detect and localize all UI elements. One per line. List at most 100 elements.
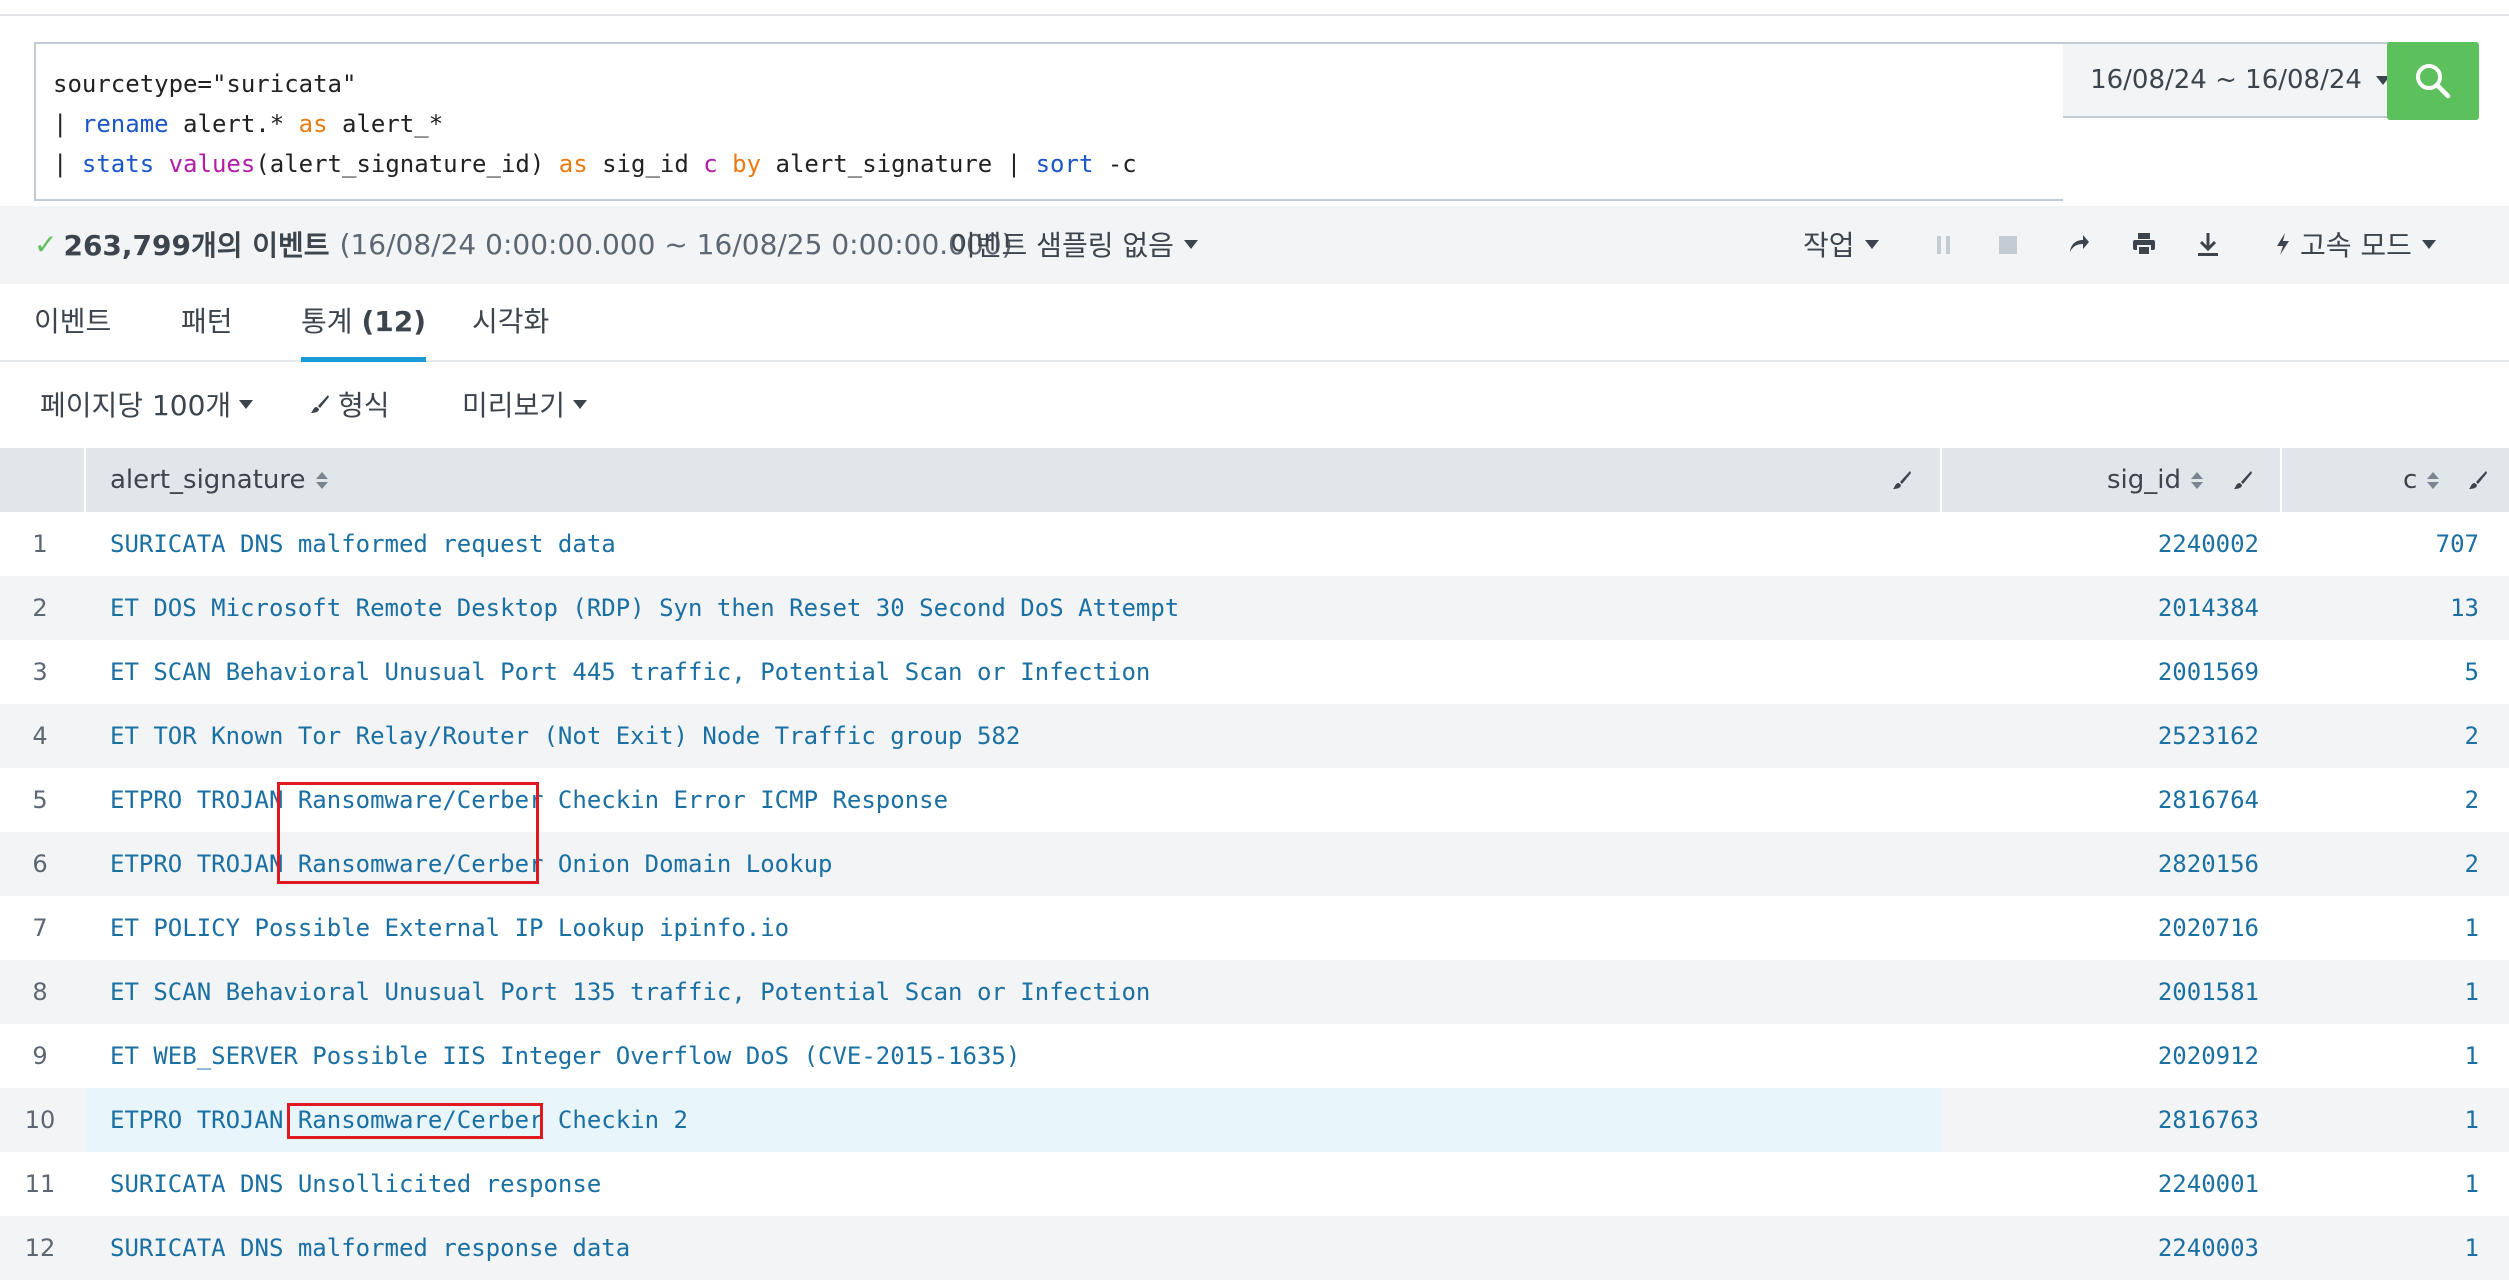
cell-sig-id[interactable]: 2820156 [2158,832,2259,896]
cell-count[interactable]: 2 [2465,832,2479,896]
column-format-button[interactable] [2468,448,2488,512]
cell-count[interactable]: 707 [2436,512,2479,576]
table-header: alert_signature sig_id c [0,448,2509,512]
cell-count[interactable]: 1 [2465,1088,2479,1152]
query-text: (alert_signature_id) [255,150,559,178]
search-mode-dropdown[interactable]: 고속 모드 [2276,224,2436,264]
search-button[interactable] [2387,42,2479,120]
table-row: 11 SURICATA DNS Unsollicited response 2240… [0,1152,2509,1216]
query-function-values: values [168,150,256,178]
per-page-dropdown[interactable]: 페이지당 100개 [40,384,254,424]
cell-alert-signature[interactable]: SURICATA DNS malformed request data [110,512,616,576]
column-header-alert-signature[interactable]: alert_signature [110,448,328,512]
query-line-2: | rename alert.* as alert_* [53,104,2046,144]
annotation-highlight-box [277,782,539,884]
pause-button[interactable] [1936,236,1952,254]
query-text: alert_signature | [761,150,1036,178]
cell-sig-id[interactable]: 2523162 [2158,704,2259,768]
cell-count[interactable]: 1 [2465,1024,2479,1088]
cell-alert-signature[interactable]: ET SCAN Behavioral Unusual Port 135 traf… [110,960,1150,1024]
column-format-button[interactable] [2233,448,2253,512]
row-number: 11 [24,1170,56,1198]
row-number: 5 [32,786,48,814]
cell-sig-id[interactable]: 2240002 [2158,512,2259,576]
query-command-stats: stats [81,150,155,178]
cell-count[interactable]: 1 [2465,896,2479,960]
query-text: sig_id [587,150,704,178]
row-number: 10 [24,1106,56,1134]
query-keyword-as: as [298,110,328,138]
cell-count[interactable]: 1 [2465,1216,2479,1280]
stop-button[interactable] [1999,236,2017,254]
cell-count[interactable]: 2 [2465,704,2479,768]
cell-count[interactable]: 1 [2465,960,2479,1024]
tab-label: 패턴 [181,305,233,338]
per-page-label: 페이지당 100개 [40,389,232,422]
sampling-dropdown[interactable]: 이벤트 샘플링 없음 [950,224,1198,264]
query-text: alert_* [327,110,444,138]
cell-sig-id[interactable]: 2020716 [2158,896,2259,960]
cell-sig-id[interactable]: 2020912 [2158,1024,2259,1088]
cell-alert-signature[interactable]: ET WEB_SERVER Possible IIS Integer Overf… [110,1024,1020,1088]
cell-alert-signature[interactable]: SURICATA DNS Unsollicited response [110,1152,601,1216]
column-title: alert_signature [110,465,306,495]
column-divider [2280,448,2282,512]
stop-icon [1999,236,2017,254]
cell-alert-signature[interactable]: ET TOR Known Tor Relay/Router (Not Exit)… [110,704,1020,768]
job-menu[interactable]: 작업 [1803,224,1879,264]
table-options-bar: 페이지당 100개 형식 미리보기 [0,362,2509,448]
sort-icon [2191,471,2204,489]
query-function-c: c [703,150,718,178]
annotation-highlight-box [287,1103,543,1139]
search-query-editor[interactable]: sourcetype="suricata" | rename alert.* a… [34,42,2063,201]
top-bar [0,0,2509,16]
preview-dropdown[interactable]: 미리보기 [462,384,588,424]
tab-events[interactable]: 이벤트 [34,300,111,362]
row-number: 7 [32,914,48,942]
format-dropdown[interactable]: 형식 [310,384,390,424]
tab-label: 이벤트 [34,305,112,338]
sort-icon [2427,471,2440,489]
job-menu-label: 작업 [1803,229,1855,262]
column-header-sig-id[interactable]: sig_id [2107,448,2204,512]
format-label: 형식 [338,389,390,422]
cell-sig-id[interactable]: 2816764 [2158,768,2259,832]
sampling-label: 이벤트 샘플링 없음 [950,229,1174,262]
tab-statistics[interactable]: 통계 (12) [301,300,426,362]
caret-down-icon [239,399,254,409]
row-number: 1 [32,530,48,558]
cell-alert-signature[interactable]: ET SCAN Behavioral Unusual Port 445 traf… [110,640,1150,704]
cell-sig-id[interactable]: 2240001 [2158,1152,2259,1216]
caret-down-icon [573,399,588,409]
cell-sig-id[interactable]: 2816763 [2158,1088,2259,1152]
cell-alert-signature[interactable]: SURICATA DNS malformed response data [110,1216,630,1280]
tab-visualization[interactable]: 시각화 [472,300,549,362]
cell-count[interactable]: 1 [2465,1152,2479,1216]
cell-sig-id[interactable]: 2014384 [2158,576,2259,640]
cell-sig-id[interactable]: 2001569 [2158,640,2259,704]
search-mode-label: 고속 모드 [2300,229,2412,262]
print-button[interactable] [2133,233,2155,255]
query-line-1: sourcetype="suricata" [53,64,2046,104]
tab-patterns[interactable]: 패턴 [181,300,233,362]
tab-label: 시각화 [472,305,550,338]
column-header-c[interactable]: c [2403,448,2440,512]
cell-sig-id[interactable]: 2240003 [2158,1216,2259,1280]
share-button[interactable] [2068,234,2090,254]
cell-count[interactable]: 5 [2465,640,2479,704]
column-divider [84,448,86,512]
table-row: 3 ET SCAN Behavioral Unusual Port 445 tra… [0,640,2509,704]
caret-down-icon [1864,239,1879,249]
row-number: 4 [32,722,48,750]
cell-count[interactable]: 13 [2450,576,2479,640]
cell-count[interactable]: 2 [2465,768,2479,832]
column-format-button[interactable] [1892,448,1912,512]
query-space [154,150,168,178]
time-range-picker[interactable]: 16/08/24 ~ 16/08/24 [2063,42,2419,118]
event-time-range: (16/08/24 0:00:00.000 ~ 16/08/25 0:00:00… [339,227,1013,261]
cell-sig-id[interactable]: 2001581 [2158,960,2259,1024]
caret-down-icon [1183,239,1198,249]
cell-alert-signature[interactable]: ET DOS Microsoft Remote Desktop (RDP) Sy… [110,576,1179,640]
cell-alert-signature[interactable]: ET POLICY Possible External IP Lookup ip… [110,896,789,960]
export-button[interactable] [2197,232,2219,256]
